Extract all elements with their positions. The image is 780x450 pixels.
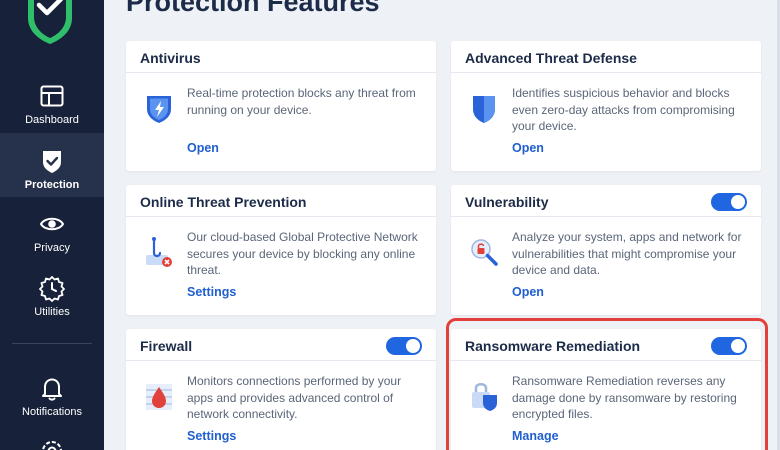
shield-bolt-icon: [147, 96, 171, 123]
bell-icon: [42, 378, 62, 401]
highlight-frame: [446, 318, 768, 450]
card-title: Firewall: [140, 338, 193, 354]
sidebar-item-utilities[interactable]: Utilities: [0, 274, 104, 338]
card-description: Identifies suspicious behavior and block…: [512, 86, 735, 133]
toggle-knob: [731, 195, 745, 209]
card-description: Monitors connections performed by your a…: [187, 374, 402, 421]
sidebar-item-label: Notifications: [22, 406, 82, 418]
toggle-knob: [406, 339, 420, 353]
firewall-icon: [146, 384, 172, 410]
card-title: Vulnerability: [465, 194, 549, 210]
card-title: Online Threat Prevention: [140, 194, 307, 210]
sidebar-item-notifications[interactable]: Notifications: [0, 374, 104, 438]
card-vulnerability: Vulnerability Analyze your system, apps …: [451, 185, 761, 315]
sidebar-item-label: Privacy: [33, 242, 71, 254]
eye-icon: [39, 217, 65, 231]
sidebar-item-label: Utilities: [34, 306, 70, 318]
firewall-toggle[interactable]: [386, 337, 422, 355]
card-header: Vulnerability: [451, 185, 761, 217]
card-header: Online Threat Prevention: [126, 185, 436, 217]
card-antivirus: Antivirus Real-time protection blocks an…: [126, 41, 436, 171]
magnifier-lock-icon: [471, 239, 498, 266]
card-firewall: Firewall Monitors connections performed …: [126, 329, 436, 450]
sidebar-divider: [12, 343, 92, 344]
card-link-settings[interactable]: Settings: [187, 429, 236, 443]
vulnerability-toggle[interactable]: [711, 193, 747, 211]
sidebar-item-privacy[interactable]: Privacy: [0, 210, 104, 274]
sidebar-item-protection[interactable]: Protection: [0, 133, 104, 197]
card-header: Antivirus: [126, 41, 436, 73]
card-online-threat-prevention: Online Threat Prevention Our cloud-based…: [126, 185, 436, 315]
settings-gear-icon[interactable]: [38, 437, 66, 450]
sidebar-item-label: Dashboard: [25, 114, 79, 126]
card-title: Advanced Threat Defense: [465, 50, 637, 66]
shield-check-icon: [43, 151, 61, 173]
card-title: Antivirus: [140, 50, 201, 66]
logo-shield-icon: [28, 0, 72, 44]
fishing-hook-icon: [146, 237, 172, 267]
card-link-open[interactable]: Open: [187, 141, 219, 155]
card-link-open[interactable]: Open: [512, 141, 544, 155]
card-header: Advanced Threat Defense: [451, 41, 761, 73]
utilities-icon: [39, 276, 65, 302]
sidebar-item-label: Protection: [24, 179, 80, 191]
card-description: Our cloud-based Global Protective Networ…: [187, 230, 418, 277]
page-title: Protection Features: [126, 0, 380, 17]
shield-icon: [473, 96, 495, 123]
card-header: Firewall: [126, 329, 436, 361]
card-description: Real-time protection blocks any threat f…: [187, 86, 416, 117]
card-link-open[interactable]: Open: [512, 285, 544, 299]
card-description: Analyze your system, apps and network fo…: [512, 230, 742, 277]
sidebar: Dashboard Protection Privacy Utilities N…: [0, 0, 104, 450]
main-content: Protection Features Antivirus Real-time …: [104, 0, 780, 450]
card-advanced-threat-defense: Advanced Threat Defense Identifies suspi…: [451, 41, 761, 171]
dashboard-icon: [40, 85, 64, 107]
card-link-settings[interactable]: Settings: [187, 285, 236, 299]
